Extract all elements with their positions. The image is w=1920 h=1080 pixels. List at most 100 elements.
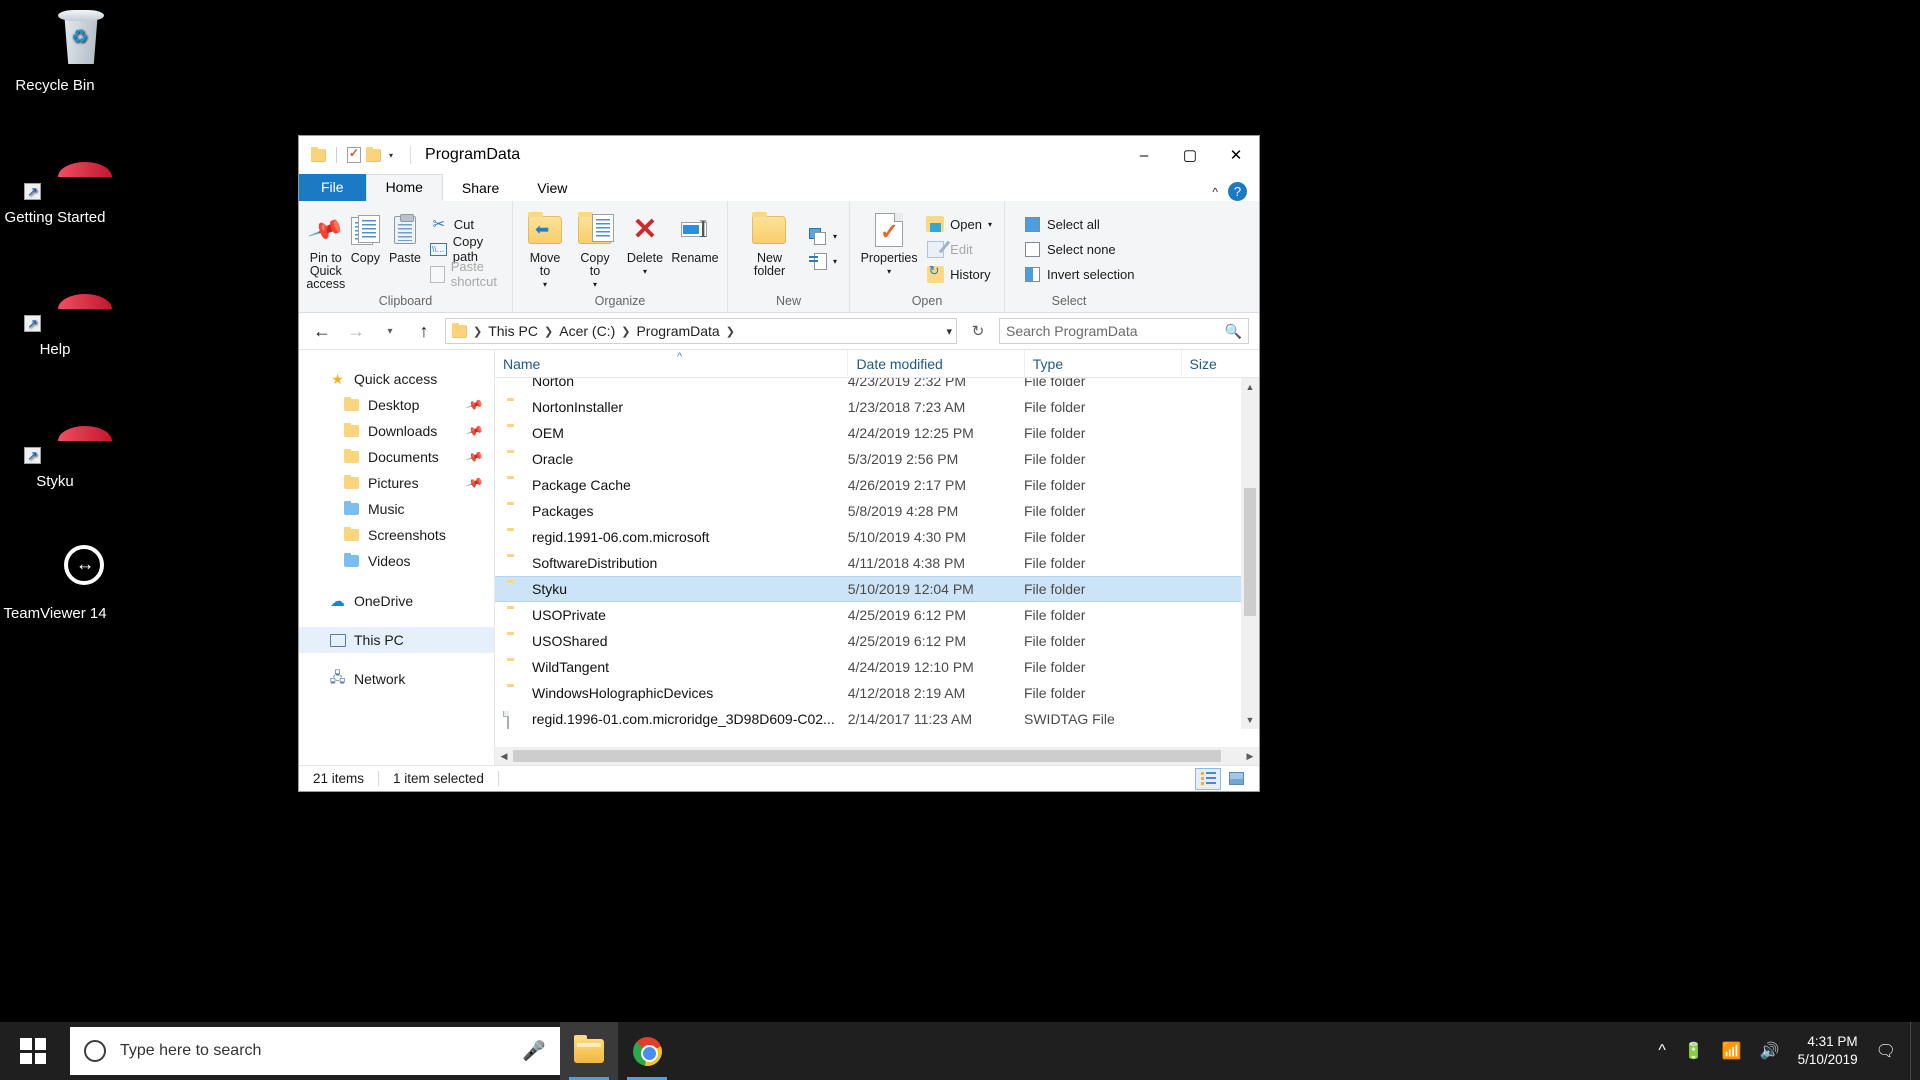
breadcrumb-acer-c[interactable]: Acer (C:) — [555, 323, 619, 339]
large-icons-view-button[interactable] — [1223, 768, 1249, 790]
desktop-icon-help[interactable]: ↗ Help — [0, 272, 110, 359]
table-row[interactable]: NortonInstaller 1/23/2018 7:23 AM File f… — [495, 394, 1259, 420]
vertical-scrollbar[interactable]: ▲ ▼ — [1241, 378, 1259, 729]
back-button[interactable]: ← — [309, 318, 335, 344]
file-explorer-taskbar-button[interactable] — [560, 1022, 618, 1080]
table-row[interactable]: SoftwareDistribution 4/11/2018 4:38 PM F… — [495, 550, 1259, 576]
microphone-icon[interactable]: 🎤 — [522, 1039, 546, 1063]
pin-icon[interactable]: 📌 — [465, 447, 484, 466]
pin-icon[interactable]: 📌 — [465, 473, 484, 492]
desktop-icon-getting-started[interactable]: ↗ Getting Started — [0, 140, 110, 227]
copy-to-button[interactable]: Copy to ▾ — [570, 206, 620, 292]
sidebar-item-onedrive[interactable]: ☁ OneDrive — [299, 588, 494, 614]
title-bar[interactable]: ▾ ProgramData – ▢ ✕ — [299, 136, 1259, 174]
sidebar-item-documents[interactable]: Documents 📌 — [299, 444, 494, 470]
folder-icon[interactable] — [311, 149, 326, 162]
column-header-date-modified[interactable]: Date modified — [847, 350, 1023, 378]
sidebar-item-desktop[interactable]: Desktop 📌 — [299, 392, 494, 418]
sidebar-item-music[interactable]: Music — [299, 496, 494, 522]
address-bar[interactable]: ❯ This PC ❯ Acer (C:) ❯ ProgramData ❯ ▾ — [445, 318, 957, 344]
search-box[interactable]: Search ProgramData 🔍 — [999, 318, 1249, 344]
pin-icon[interactable]: 📌 — [465, 421, 484, 440]
volume-icon[interactable]: 🔊 — [1760, 1041, 1780, 1061]
sidebar-item-downloads[interactable]: Downloads 📌 — [299, 418, 494, 444]
start-button[interactable] — [0, 1022, 66, 1080]
details-view-button[interactable] — [1195, 768, 1221, 790]
customize-caret-icon[interactable]: ▾ — [386, 151, 396, 160]
wifi-icon[interactable]: 📶 — [1722, 1041, 1742, 1061]
refresh-button[interactable]: ↻ — [965, 318, 991, 344]
sidebar-item-screenshots[interactable]: Screenshots — [299, 522, 494, 548]
action-center-icon[interactable]: 🗨 — [1876, 1041, 1896, 1061]
desktop-icon-recycle-bin[interactable]: ♻ Recycle Bin — [0, 8, 110, 95]
scrollbar-thumb[interactable] — [1244, 488, 1256, 616]
sidebar-item-pictures[interactable]: Pictures 📌 — [299, 470, 494, 496]
invert-selection-button[interactable]: Invert selection — [1018, 263, 1139, 286]
breadcrumb-programdata[interactable]: ProgramData — [632, 323, 723, 339]
column-header-type[interactable]: Type — [1024, 350, 1181, 378]
table-row[interactable]: regid.1996-01.com.microridge_3D98D609-C0… — [495, 706, 1259, 732]
up-button[interactable]: ↑ — [411, 318, 437, 344]
scroll-down-button[interactable]: ▼ — [1241, 711, 1259, 729]
new-item-button[interactable]: ▾ — [804, 225, 842, 248]
clock[interactable]: 4:31 PM 5/10/2019 — [1798, 1033, 1858, 1069]
table-row[interactable]: USOShared 4/25/2019 6:12 PM File folder — [495, 628, 1259, 654]
sidebar-item-quick-access[interactable]: ★ Quick access — [299, 366, 494, 392]
table-row[interactable]: WildTangent 4/24/2019 12:10 PM File fold… — [495, 654, 1259, 680]
copy-button[interactable]: Copy — [346, 206, 386, 292]
chevron-down-icon[interactable]: ▾ — [643, 265, 647, 278]
paste-button[interactable]: Paste — [385, 206, 425, 292]
table-row[interactable]: regid.1991-06.com.microsoft 5/10/2019 4:… — [495, 524, 1259, 550]
chevron-down-icon[interactable]: ▾ — [543, 278, 547, 291]
table-row[interactable]: Packages 5/8/2019 4:28 PM File folder — [495, 498, 1259, 524]
sidebar-item-this-pc[interactable]: This PC — [299, 627, 494, 653]
table-row[interactable]: WindowsHolographicDevices 4/12/2018 2:19… — [495, 680, 1259, 706]
forward-button[interactable]: → — [343, 318, 369, 344]
search-input[interactable]: Type here to search 🎤 — [70, 1027, 560, 1075]
desktop-icon-teamviewer[interactable]: ↔ TeamViewer 14 — [0, 536, 110, 623]
chevron-down-icon[interactable]: ▾ — [593, 278, 597, 291]
tab-file[interactable]: File — [299, 174, 366, 201]
desktop-icon-styku[interactable]: ↗ Styku — [0, 404, 110, 491]
maximize-button[interactable]: ▢ — [1167, 136, 1213, 174]
help-icon[interactable]: ? — [1228, 182, 1247, 201]
new-folder-button[interactable]: New folder — [735, 206, 804, 292]
chevron-down-icon[interactable]: ▾ — [887, 265, 891, 278]
properties-button[interactable]: ✓ Properties ▾ — [857, 206, 921, 292]
table-row[interactable]: Package Cache 4/26/2019 2:17 PM File fol… — [495, 472, 1259, 498]
sidebar-item-videos[interactable]: Videos — [299, 548, 494, 574]
copy-path-button[interactable]: \\… Copy path — [425, 238, 505, 261]
scroll-right-button[interactable]: ▶ — [1241, 751, 1259, 762]
recent-locations-button[interactable]: ▾ — [377, 318, 403, 344]
properties-icon[interactable] — [347, 147, 361, 163]
scrollbar-thumb[interactable] — [513, 750, 1221, 762]
tab-view[interactable]: View — [518, 176, 586, 201]
breadcrumb-this-pc[interactable]: This PC — [484, 323, 542, 339]
table-row[interactable]: Styku 5/10/2019 12:04 PM File folder — [495, 576, 1259, 602]
search-icon[interactable]: 🔍 — [1225, 323, 1242, 340]
open-button[interactable]: Open ▾ — [921, 213, 997, 236]
move-to-button[interactable]: ⬅ Move to ▾ — [520, 206, 570, 292]
address-dropdown-icon[interactable]: ▾ — [946, 325, 952, 338]
horizontal-scrollbar[interactable]: ◀ ▶ — [495, 747, 1259, 765]
easy-access-button[interactable]: ▾ — [804, 250, 842, 273]
column-header-name[interactable]: Name — [495, 350, 847, 378]
rename-button[interactable]: I Rename — [670, 206, 720, 292]
chevron-down-icon[interactable]: ▾ — [833, 232, 837, 241]
history-button[interactable]: History — [921, 263, 997, 286]
scroll-up-button[interactable]: ▲ — [1241, 378, 1259, 396]
delete-button[interactable]: ✕ Delete ▾ — [620, 206, 670, 292]
column-header-size[interactable]: Size — [1181, 350, 1259, 378]
table-row[interactable]: Norton 4/23/2019 2:32 PM File folder — [495, 378, 1259, 394]
select-all-button[interactable]: Select all — [1018, 213, 1139, 236]
battery-icon[interactable]: 🔋 — [1684, 1041, 1704, 1061]
collapse-ribbon-icon[interactable]: ^ — [1212, 185, 1218, 199]
cut-button[interactable]: ✂ Cut — [425, 213, 505, 236]
show-desktop-button[interactable] — [1910, 1022, 1920, 1080]
pin-icon[interactable]: 📌 — [465, 395, 484, 414]
tab-home[interactable]: Home — [366, 174, 443, 201]
new-folder-icon[interactable] — [366, 149, 381, 162]
table-row[interactable]: Oracle 5/3/2019 2:56 PM File folder — [495, 446, 1259, 472]
table-row[interactable]: OEM 4/24/2019 12:25 PM File folder — [495, 420, 1259, 446]
table-row[interactable]: USOPrivate 4/25/2019 6:12 PM File folder — [495, 602, 1259, 628]
